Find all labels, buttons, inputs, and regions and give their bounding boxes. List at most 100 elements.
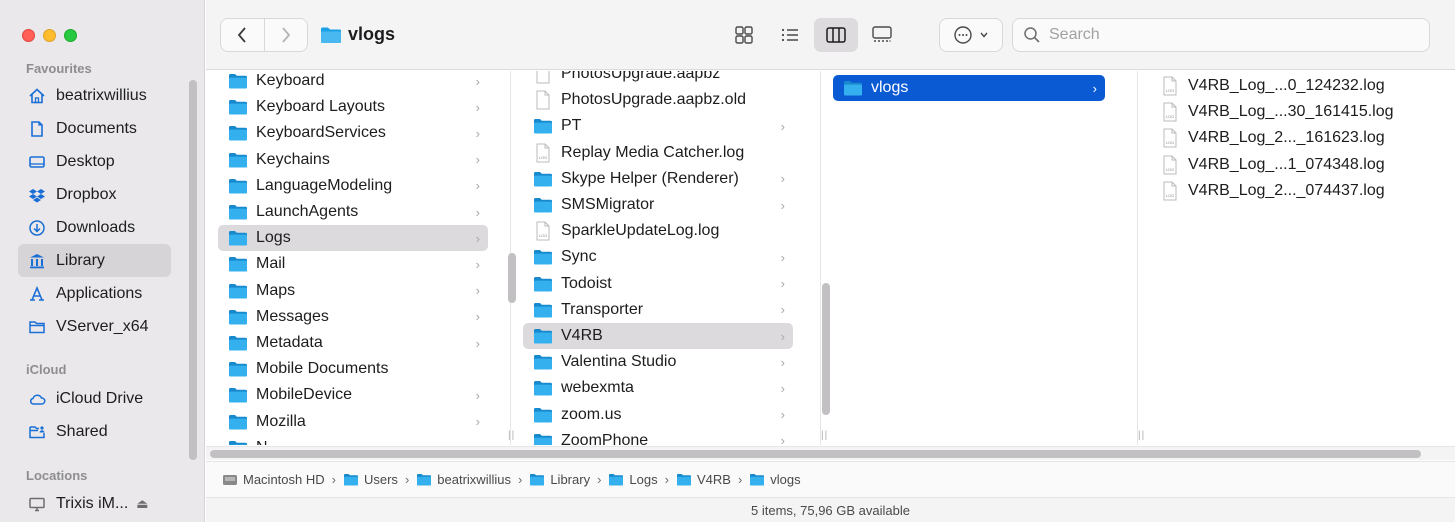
close-window-button[interactable]: [22, 29, 35, 42]
path-segment[interactable]: vlogs: [749, 472, 801, 487]
path-segment[interactable]: Macintosh HD: [222, 472, 325, 487]
status-text: 5 items, 75,96 GB available: [751, 502, 910, 518]
sidebar-item-beatrixwillius[interactable]: beatrixwillius: [18, 79, 171, 112]
folder-row[interactable]: vlogs ›: [833, 75, 1105, 101]
folder-row[interactable]: Metadata ›: [218, 330, 488, 356]
folder-row[interactable]: V4RB ›: [523, 323, 793, 349]
file-row[interactable]: PhotosUpgrade.aapbz.old: [523, 87, 793, 113]
back-button[interactable]: [221, 19, 264, 51]
chevron-right-icon: ›: [780, 433, 785, 445]
path-segment[interactable]: V4RB: [676, 472, 731, 487]
folder-row[interactable]: Mozilla ›: [218, 409, 488, 435]
folder-row[interactable]: zoom.us ›: [523, 402, 793, 428]
folder-row[interactable]: SMSMigrator ›: [523, 192, 793, 218]
path-segment[interactable]: beatrixwillius: [416, 472, 511, 487]
folder-icon: [533, 328, 553, 344]
folder-row[interactable]: Keyboard ›: [218, 71, 488, 94]
folder-icon: [228, 414, 248, 430]
chevron-right-icon: ›: [475, 387, 480, 403]
horizontal-scrollbar[interactable]: [206, 446, 1455, 460]
folder-row[interactable]: Sync ›: [523, 244, 793, 270]
sidebar-item-documents[interactable]: Documents: [18, 112, 171, 145]
folder-row[interactable]: ZoomPhone ›: [523, 428, 793, 445]
zoom-window-button[interactable]: [64, 29, 77, 42]
column-1-resize-handle[interactable]: ||: [508, 430, 515, 441]
sidebar-item-desktop[interactable]: Desktop: [18, 145, 171, 178]
more-actions-button[interactable]: [939, 18, 1003, 52]
folder-row[interactable]: PT ›: [523, 113, 793, 139]
horizontal-scrollbar-thumb[interactable]: [210, 450, 1421, 458]
folder-icon: [228, 99, 248, 115]
file-row[interactable]: LOG Replay Media Catcher.log: [523, 140, 793, 166]
sidebar-item-vserver[interactable]: VServer_x64: [18, 310, 171, 343]
folder-row[interactable]: Keyboard Layouts ›: [218, 94, 488, 120]
folder-row[interactable]: Messages ›: [218, 304, 488, 330]
folder-row[interactable]: Valentina Studio ›: [523, 349, 793, 375]
list-view-button[interactable]: [768, 18, 812, 52]
sidebar-item-dropbox[interactable]: Dropbox: [18, 178, 171, 211]
sidebar-item-shared[interactable]: Shared: [18, 415, 171, 448]
svg-text:LOG: LOG: [1166, 114, 1174, 119]
folder-row[interactable]: webexmta ›: [523, 375, 793, 401]
shared-folder-icon: [27, 422, 47, 442]
folder-row[interactable]: KeyboardServices ›: [218, 120, 488, 146]
folder-row[interactable]: Maps ›: [218, 278, 488, 304]
sidebar-item-icloud-drive[interactable]: iCloud Drive: [18, 382, 171, 415]
list-icon: [781, 28, 798, 42]
chevron-right-icon: ›: [475, 73, 480, 89]
row-label: Metadata: [256, 334, 323, 351]
sidebar-heading-icloud: iCloud: [26, 362, 67, 377]
folder-icon: [228, 125, 248, 141]
column-2-resize-handle[interactable]: ||: [821, 430, 828, 441]
sidebar-item-applications[interactable]: Applications: [18, 277, 171, 310]
path-segment[interactable]: Library: [529, 472, 590, 487]
folder-row[interactable]: LanguageModeling ›: [218, 173, 488, 199]
folder-icon: [529, 473, 545, 486]
column-view-button[interactable]: [814, 18, 858, 52]
folder-row[interactable]: Skype Helper (Renderer) ›: [523, 166, 793, 192]
eject-icon[interactable]: ⏏: [136, 496, 148, 512]
file-row[interactable]: LOG V4RB_Log_2..._074437.log: [1150, 178, 1430, 204]
folder-row[interactable]: Keychains ›: [218, 147, 488, 173]
window-title-text: vlogs: [348, 24, 396, 44]
file-row[interactable]: LOG SparkleUpdateLog.log: [523, 218, 793, 244]
chevron-right-icon: ›: [780, 118, 785, 134]
row-label: SparkleUpdateLog.log: [561, 222, 720, 240]
folder-icon: [533, 197, 553, 213]
column-1-scrollbar[interactable]: [508, 253, 516, 303]
file-row[interactable]: LOG V4RB_Log_...1_074348.log: [1150, 152, 1430, 178]
folder-row[interactable]: Mail ›: [218, 251, 488, 277]
file-row[interactable]: LOG V4RB_Log_2..._161623.log: [1150, 125, 1430, 151]
icon-view-button[interactable]: [722, 18, 766, 52]
svg-text:LOG: LOG: [1166, 167, 1174, 172]
folder-row[interactable]: Mobile Documents: [218, 356, 488, 382]
search-input[interactable]: [1049, 26, 1389, 44]
gallery-view-button[interactable]: [860, 18, 904, 52]
sidebar-item-downloads[interactable]: Downloads: [18, 211, 171, 244]
search-field[interactable]: [1012, 18, 1430, 52]
folder-row[interactable]: MobileDevice ›: [218, 382, 488, 408]
column-2-scrollbar[interactable]: [822, 283, 830, 415]
sidebar-item-library[interactable]: Library: [18, 244, 171, 277]
forward-button[interactable]: [263, 19, 307, 51]
chevron-right-icon: ›: [780, 354, 785, 370]
file-row[interactable]: PhotosUpgrade.aapbz: [523, 71, 793, 87]
sidebar-scrollbar[interactable]: [189, 80, 197, 460]
folder-row[interactable]: Todoist ›: [523, 271, 793, 297]
row-label: V4RB: [561, 327, 603, 344]
log-file-icon: LOG: [1160, 76, 1180, 96]
file-row[interactable]: LOG V4RB_Log_...0_124232.log: [1150, 73, 1430, 99]
folder-row[interactable]: LaunchAgents ›: [218, 199, 488, 225]
sidebar-item-trixis-imac[interactable]: Trixis iM... ⏏: [18, 487, 171, 520]
folder-row[interactable]: Logs ›: [218, 225, 488, 252]
column-3-resize-handle[interactable]: ||: [1138, 430, 1145, 441]
minimize-window-button[interactable]: [43, 29, 56, 42]
folder-row[interactable]: Transporter ›: [523, 297, 793, 323]
folder-icon: [228, 204, 248, 220]
path-segment[interactable]: Logs: [608, 472, 658, 487]
svg-text:LOG: LOG: [539, 155, 547, 160]
file-row[interactable]: LOG V4RB_Log_...30_161415.log: [1150, 99, 1430, 125]
path-segment[interactable]: Users: [343, 472, 398, 487]
folder-row[interactable]: N...: [218, 435, 488, 445]
row-label: N...: [256, 439, 281, 445]
